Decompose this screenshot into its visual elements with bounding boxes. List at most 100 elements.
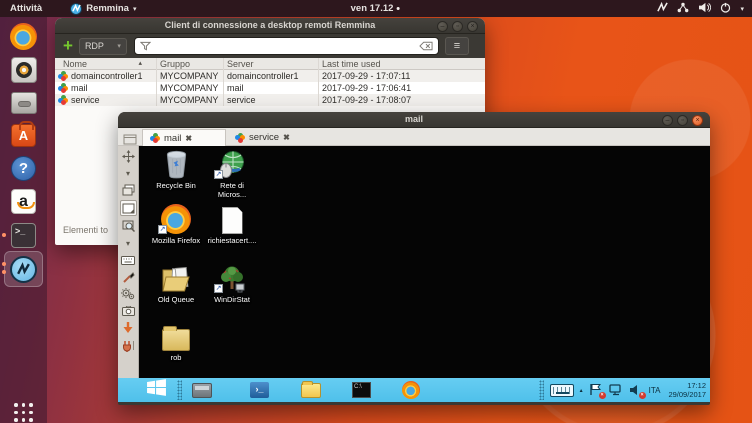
column-header-nome[interactable]: Nome▴ — [55, 58, 157, 70]
clock-menu[interactable]: ven 17.12 — [351, 3, 400, 14]
tab-mail[interactable]: mail ✖ — [142, 129, 226, 146]
desktop-icon-network-place[interactable]: ↗ Rete di Micros... — [205, 148, 259, 199]
new-connection-button[interactable]: + — [63, 36, 73, 56]
rdp-connection-icon — [58, 83, 68, 93]
fullscreen-icon[interactable] — [121, 149, 136, 163]
notification-dot-icon — [396, 7, 399, 10]
disconnect-plug-icon[interactable] — [121, 338, 136, 352]
shortcut-arrow-icon: ↗ — [214, 284, 223, 293]
cell-gruppo: MYCOMPANY — [157, 82, 224, 94]
clear-input-icon[interactable] — [419, 41, 433, 51]
column-header-gruppo[interactable]: Gruppo — [157, 58, 224, 70]
volume-icon[interactable] — [698, 2, 711, 16]
show-hidden-icons-button[interactable]: ▴ — [580, 387, 583, 394]
taskbar-grip — [539, 380, 544, 400]
desktop-icon-rob[interactable]: rob — [149, 320, 203, 362]
folder-icon — [162, 329, 190, 351]
firefox-icon — [10, 23, 37, 50]
taskbar-clock[interactable]: 17:12 29/09/2017 — [668, 381, 706, 400]
dock-item-terminal[interactable]: >_ — [9, 221, 38, 250]
chevron-down-icon: ▾ — [133, 5, 137, 13]
desktop-icon-label: Rete di Micros... — [218, 181, 246, 199]
scale-quality-icon[interactable] — [121, 219, 136, 233]
chevron-down-icon[interactable]: ▾ — [121, 166, 136, 180]
start-button[interactable] — [146, 377, 167, 403]
volume-muted-icon[interactable]: × — [629, 383, 643, 397]
remmina-icon — [10, 256, 37, 283]
column-header-last-time[interactable]: Last time used — [319, 58, 479, 70]
maximize-button[interactable]: ▫ — [677, 115, 688, 126]
dock-item-firefox[interactable] — [9, 22, 38, 51]
network-status-icon[interactable] — [609, 383, 623, 397]
top-bar: Attività Remmina ▾ ven 17.12 — [0, 0, 752, 17]
amazon-icon: a — [11, 189, 36, 214]
desktop-icon-document[interactable]: richiestacert.... — [205, 203, 259, 245]
protocol-select[interactable]: RDP ▾ — [79, 38, 127, 55]
close-button[interactable]: × — [467, 21, 478, 32]
cell-gruppo: MYCOMPANY — [157, 94, 224, 106]
dock-item-ubuntu-software[interactable]: A — [9, 121, 38, 150]
tab-label: service — [249, 132, 279, 143]
main-titlebar[interactable]: Client di connessione a desktop remoti R… — [55, 18, 485, 34]
desktop-icon-firefox[interactable]: ↗ Mozilla Firefox — [149, 203, 203, 245]
table-row[interactable]: mailMYCOMPANYmail2017-09-29 - 17:06:41 — [55, 82, 485, 94]
remmina-tray-icon[interactable] — [657, 2, 668, 16]
connection-toolbar: ▾ ▾ — [118, 146, 139, 378]
rdp-titlebar[interactable]: mail – ▫ × — [118, 112, 710, 128]
activities-button[interactable]: Attività — [10, 3, 42, 14]
chevron-down-icon[interactable]: ▾ — [121, 236, 136, 250]
minimize-button[interactable]: – — [437, 21, 448, 32]
desktop-icon-recycle-bin[interactable]: Recycle Bin — [149, 148, 203, 190]
scaled-mode-toggle[interactable] — [120, 200, 137, 216]
menu-button[interactable]: ≡ — [445, 37, 469, 55]
close-tab-icon[interactable]: ✖ — [283, 133, 290, 142]
minimize-button[interactable]: – — [662, 115, 673, 126]
dock-item-remmina[interactable] — [9, 255, 38, 284]
chevron-down-icon[interactable]: ▾ — [740, 5, 744, 13]
dock-item-rhythmbox[interactable] — [9, 55, 38, 84]
touch-keyboard-icon[interactable] — [550, 384, 574, 397]
tab-service[interactable]: service ✖ — [228, 129, 316, 146]
rdp-session-window: mail – ▫ × mail ✖ service ✖ — [118, 112, 710, 405]
powershell-button[interactable]: ›_ — [250, 382, 269, 398]
dynamic-resolution-icon[interactable] — [121, 183, 136, 197]
file-explorer-button[interactable] — [301, 383, 321, 398]
cell-last-time: 2017-09-29 - 17:06:41 — [319, 82, 479, 94]
action-center-flag-icon[interactable]: × — [589, 383, 603, 397]
minimize-session-icon[interactable] — [121, 321, 136, 335]
tab-label: mail — [164, 133, 181, 144]
taskbar-tray: ▴ × × ITA 17:12 29/09/2017 — [539, 378, 706, 402]
close-tab-icon[interactable]: ✖ — [185, 134, 192, 143]
app-menu[interactable]: Remmina ▾ — [70, 3, 136, 15]
maximize-button[interactable]: ▫ — [452, 21, 463, 32]
running-indicator-dot — [2, 233, 6, 237]
desktop-icon-label: WinDirStat — [214, 295, 250, 304]
table-row[interactable]: domaincontroller1MYCOMPANYdomaincontroll… — [55, 70, 485, 82]
close-button[interactable]: × — [692, 115, 703, 126]
power-icon[interactable] — [720, 2, 731, 16]
desktop: Attività Remmina ▾ ven 17.12 — [0, 0, 752, 423]
screenshot-icon[interactable] — [121, 304, 136, 318]
show-applications-button[interactable] — [14, 403, 34, 423]
dock-item-files[interactable] — [9, 88, 38, 117]
table-row[interactable]: serviceMYCOMPANYservice2017-09-29 - 17:0… — [55, 94, 485, 106]
grab-keyboard-icon[interactable] — [121, 253, 136, 267]
desktop-icon-windirstat[interactable]: ↗ WinDirStat — [205, 262, 259, 304]
recycle-bin-icon — [164, 150, 189, 179]
column-header-server[interactable]: Server — [224, 58, 319, 70]
firefox-taskbar-button[interactable] — [402, 381, 420, 399]
dock-item-help[interactable]: ? — [9, 154, 38, 183]
cell-nome: domaincontroller1 — [71, 71, 143, 81]
command-prompt-button[interactable]: C:\ — [352, 382, 371, 398]
quick-connect-input[interactable] — [155, 41, 415, 51]
quick-connect-field[interactable] — [134, 37, 439, 55]
rdp-connection-icon — [150, 133, 160, 143]
server-manager-button[interactable] — [192, 383, 212, 398]
preferences-tool-icon[interactable] — [121, 270, 136, 284]
network-share-icon[interactable] — [677, 2, 689, 16]
language-indicator[interactable]: ITA — [649, 386, 661, 395]
tools-gears-icon[interactable] — [121, 287, 136, 301]
dock-item-amazon[interactable]: a — [9, 187, 38, 216]
desktop-icon-old-queue[interactable]: Old Queue — [149, 262, 203, 304]
remote-desktop[interactable]: Recycle Bin ↗ Rete di Micros... ↗ Mozill… — [139, 146, 710, 378]
